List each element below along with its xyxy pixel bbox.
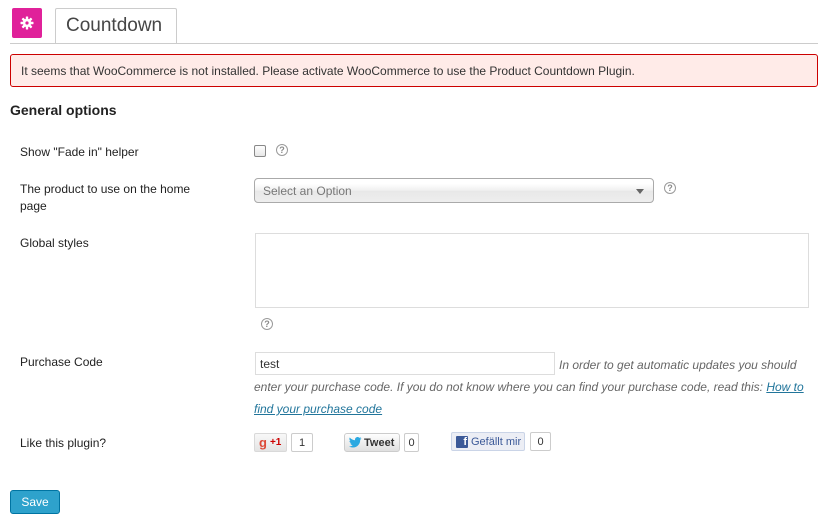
fade-in-checkbox[interactable] (254, 145, 266, 157)
purchase-code-label: Purchase Code (20, 355, 103, 369)
google-plus-icon: g (259, 435, 267, 450)
product-select[interactable]: Select an Option (254, 178, 654, 203)
tweet-button[interactable]: Tweet (344, 433, 400, 452)
error-notice-text: It seems that WooCommerce is not install… (21, 63, 635, 78)
tab-divider (10, 43, 818, 44)
facebook-like-label: Gefällt mir (471, 435, 522, 448)
twitter-bird-icon (349, 437, 362, 448)
tweet-label: Tweet (364, 436, 395, 449)
gear-icon (20, 16, 34, 30)
help-icon[interactable]: ? (261, 318, 273, 330)
fade-in-label: Show "Fade in" helper (20, 145, 139, 159)
google-plus-count: 1 (291, 433, 313, 452)
facebook-icon: f (456, 435, 468, 448)
purchase-code-description: In order to get automatic updates you sh… (254, 354, 810, 420)
section-title: General options (10, 102, 117, 118)
google-plus-label: +1 (269, 437, 282, 448)
error-notice: It seems that WooCommerce is not install… (10, 54, 818, 87)
product-select-value: Select an Option (263, 183, 352, 198)
facebook-like-count: 0 (530, 432, 551, 451)
product-label: The product to use on the home page (20, 182, 191, 213)
help-icon[interactable]: ? (664, 182, 676, 194)
help-icon[interactable]: ? (276, 144, 288, 156)
chevron-down-icon (636, 189, 644, 194)
global-styles-textarea[interactable] (255, 233, 809, 308)
global-styles-label: Global styles (20, 236, 89, 250)
plugin-icon (12, 8, 42, 38)
facebook-like-button[interactable]: f Gefällt mir (451, 432, 525, 451)
save-button[interactable]: Save (10, 490, 60, 514)
tab-countdown[interactable]: Countdown (55, 8, 177, 43)
tweet-count: 0 (404, 433, 419, 452)
like-plugin-label: Like this plugin? (20, 436, 107, 450)
purchase-code-help-text: In order to get automatic updates you sh… (254, 358, 797, 394)
google-plus-button[interactable]: g +1 (254, 433, 287, 452)
